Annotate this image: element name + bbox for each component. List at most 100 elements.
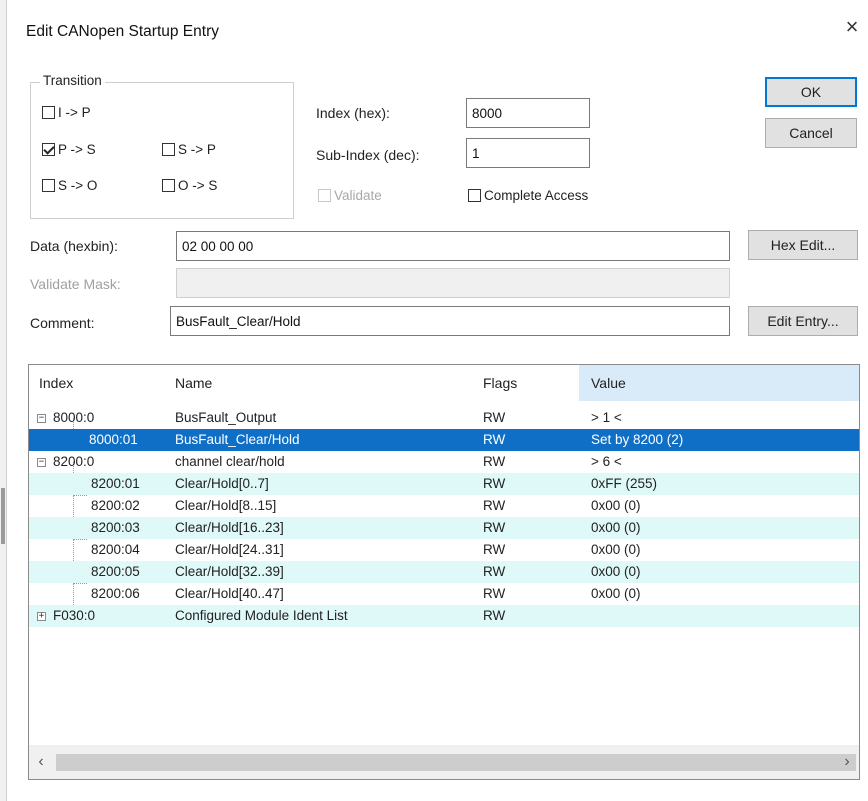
comment-input[interactable]: BusFault_Clear/Hold [170,306,730,336]
ok-button[interactable]: OK [765,77,857,107]
row-index: 8200:05 [91,564,140,579]
row-value: 0x00 (0) [591,520,641,535]
validate-mask-input[interactable] [176,268,730,298]
table-row[interactable]: − 8200:0 channel clear/hold RW > 6 < [29,451,859,473]
row-value: Set by 8200 (2) [591,432,684,447]
transition-group-label: Transition [40,73,105,88]
checkbox-label: O -> S [178,178,218,193]
hex-edit-button[interactable]: Hex Edit... [748,230,858,260]
row-name: Clear/Hold[24..31] [175,542,284,557]
table-row[interactable]: + F030:0 Configured Module Ident List RW [29,605,859,627]
checkbox-box [162,179,175,192]
validate-mask-label: Validate Mask: [30,276,121,292]
close-icon[interactable]: × [840,14,864,40]
row-index: 8200:02 [91,498,140,513]
row-value: 0x00 (0) [591,542,641,557]
window-edge [0,0,7,801]
checkbox-box [42,179,55,192]
index-input[interactable]: 8000 [466,98,590,128]
row-flags: RW [483,608,506,623]
row-name: Clear/Hold[0..7] [175,476,269,491]
row-flags: RW [483,586,506,601]
edge-marker [1,488,5,544]
collapse-icon[interactable]: − [37,458,46,467]
row-name: Clear/Hold[40..47] [175,586,284,601]
checkbox-label: S -> P [178,142,216,157]
transition-s-p-checkbox[interactable]: S -> P [162,142,216,157]
row-flags: RW [483,498,506,513]
column-header-value[interactable]: Value [579,365,859,401]
row-name: BusFault_Output [175,410,277,425]
data-label: Data (hexbin): [30,238,118,254]
row-name: Configured Module Ident List [175,608,348,623]
checkbox-label: Complete Access [484,188,589,203]
row-index: 8200:06 [91,586,140,601]
table-row[interactable]: 8200:04 Clear/Hold[24..31] RW 0x00 (0) [29,539,859,561]
table-row[interactable]: 8200:05 Clear/Hold[32..39] RW 0x00 (0) [29,561,859,583]
scroll-right-icon[interactable]: › [835,745,859,779]
transition-i-p-checkbox[interactable]: I -> P [42,105,91,120]
transition-s-o-checkbox[interactable]: S -> O [42,178,97,193]
table-row[interactable]: 8200:01 Clear/Hold[0..7] RW 0xFF (255) [29,473,859,495]
checkbox-box [318,189,331,202]
row-index: 8000:01 [89,432,138,447]
table-row[interactable]: 8200:06 Clear/Hold[40..47] RW 0x00 (0) [29,583,859,605]
column-header-name[interactable]: Name [175,365,475,401]
checkbox-box [162,143,175,156]
comment-label: Comment: [30,315,95,331]
row-index: 8200:0 [53,454,95,469]
row-flags: RW [483,542,506,557]
expand-icon[interactable]: + [37,612,46,621]
subindex-label: Sub-Index (dec): [316,147,420,163]
row-name: BusFault_Clear/Hold [175,432,300,447]
transition-p-s-checkbox[interactable]: P -> S [42,142,96,157]
object-tree-list[interactable]: Index Name Flags Value − 8000:0 BusFault… [28,364,860,780]
row-value: 0x00 (0) [591,498,641,513]
row-flags: RW [483,564,506,579]
scroll-left-icon[interactable]: ‹ [29,745,53,779]
row-index: 8000:0 [53,410,95,425]
scrollbar-thumb[interactable] [56,754,856,771]
row-index: F030:0 [53,608,96,623]
checkbox-label: I -> P [58,105,91,120]
checkbox-label: S -> O [58,178,98,193]
list-header: Index Name Flags Value [29,365,859,401]
index-label: Index (hex): [316,105,390,121]
collapse-icon[interactable]: − [37,414,46,423]
row-value: 0x00 (0) [591,586,641,601]
row-value: 0x00 (0) [591,564,641,579]
checkbox-box [42,143,55,156]
row-name: Clear/Hold[8..15] [175,498,277,513]
subindex-input[interactable]: 1 [466,138,590,168]
row-index: 8200:04 [91,542,140,557]
row-flags: RW [483,476,506,491]
row-name: Clear/Hold[16..23] [175,520,284,535]
column-header-index[interactable]: Index [39,365,159,401]
data-input[interactable]: 02 00 00 00 [176,231,730,261]
complete-access-checkbox[interactable]: Complete Access [468,188,588,203]
cancel-button[interactable]: Cancel [765,118,857,148]
row-index: 8200:03 [91,520,140,535]
edit-entry-button[interactable]: Edit Entry... [748,306,858,336]
table-row[interactable]: 8200:03 Clear/Hold[16..23] RW 0x00 (0) [29,517,859,539]
table-row-selected[interactable]: 8000:01 BusFault_Clear/Hold RW Set by 82… [29,429,859,451]
checkbox-label: Validate [334,188,382,203]
validate-checkbox[interactable]: Validate [318,188,382,203]
checkbox-box [42,106,55,119]
table-row[interactable]: 8200:02 Clear/Hold[8..15] RW 0x00 (0) [29,495,859,517]
row-value: > 1 < [591,410,622,425]
row-value: > 6 < [591,454,622,469]
dialog-title: Edit CANopen Startup Entry [26,23,219,40]
row-flags: RW [483,520,506,535]
column-header-flags[interactable]: Flags [483,365,573,401]
row-name: Clear/Hold[32..39] [175,564,284,579]
row-name: channel clear/hold [175,454,285,469]
horizontal-scrollbar[interactable]: ‹ › [29,745,859,779]
table-row[interactable]: − 8000:0 BusFault_Output RW > 1 < [29,407,859,429]
checkbox-label: P -> S [58,142,96,157]
row-flags: RW [483,410,506,425]
checkbox-box [468,189,481,202]
row-flags: RW [483,432,506,447]
row-value: 0xFF (255) [591,476,658,491]
transition-o-s-checkbox[interactable]: O -> S [162,178,217,193]
